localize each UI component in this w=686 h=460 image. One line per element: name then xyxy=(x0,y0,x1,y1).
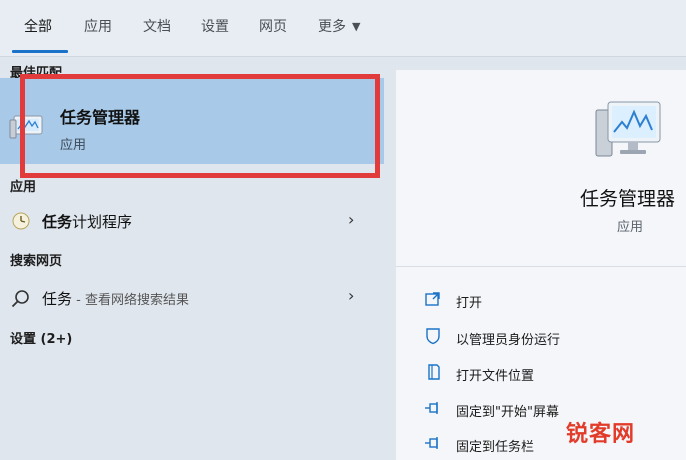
tab-more[interactable]: 更多 ▼ xyxy=(318,16,360,36)
red-highlight-box xyxy=(20,74,380,178)
tab-more-label: 更多 xyxy=(318,19,346,35)
chevron-right-icon[interactable]: › xyxy=(348,210,354,229)
web-result-bold: 任务 xyxy=(42,290,73,308)
open-icon xyxy=(424,290,442,312)
detail-subtitle: 应用 xyxy=(617,220,644,235)
chevron-right-icon[interactable]: › xyxy=(348,286,354,305)
tab-settings[interactable]: 设置 xyxy=(201,16,229,36)
task-manager-large-icon xyxy=(594,98,664,166)
tab-apps[interactable]: 应用 xyxy=(84,16,112,36)
pin-icon xyxy=(424,399,442,421)
tab-all[interactable]: 全部 xyxy=(24,16,52,36)
action-label: 打开 xyxy=(456,296,483,311)
section-settings: 设置 (2+) xyxy=(10,332,73,347)
action-label: 打开文件位置 xyxy=(456,369,535,384)
divider xyxy=(396,266,686,267)
detail-title: 任务管理器 xyxy=(580,188,676,210)
action-label: 固定到任务栏 xyxy=(456,440,535,455)
app-result-bold: 任务 xyxy=(42,213,73,231)
pin-icon xyxy=(424,434,442,456)
search-tab-bar: 全部 应用 文档 设置 网页 更多 ▼ xyxy=(0,0,686,57)
watermark-logo: 锐客网 xyxy=(566,422,636,447)
section-search-web: 搜索网页 xyxy=(10,254,63,269)
chevron-down-icon: ▼ xyxy=(352,20,361,33)
action-label: 固定到"开始"屏幕 xyxy=(456,405,559,420)
task-scheduler-icon xyxy=(10,210,32,236)
web-result-rest: - 查看网络搜索结果 xyxy=(72,293,189,308)
active-tab-indicator xyxy=(12,50,68,53)
tab-web[interactable]: 网页 xyxy=(259,16,287,36)
folder-icon xyxy=(424,363,442,385)
app-result-rest: 计划程序 xyxy=(72,213,133,231)
action-label: 以管理员身份运行 xyxy=(456,333,561,348)
search-icon xyxy=(10,288,32,314)
shield-icon xyxy=(424,327,442,349)
tab-documents[interactable]: 文档 xyxy=(143,16,171,36)
section-apps: 应用 xyxy=(10,180,37,195)
